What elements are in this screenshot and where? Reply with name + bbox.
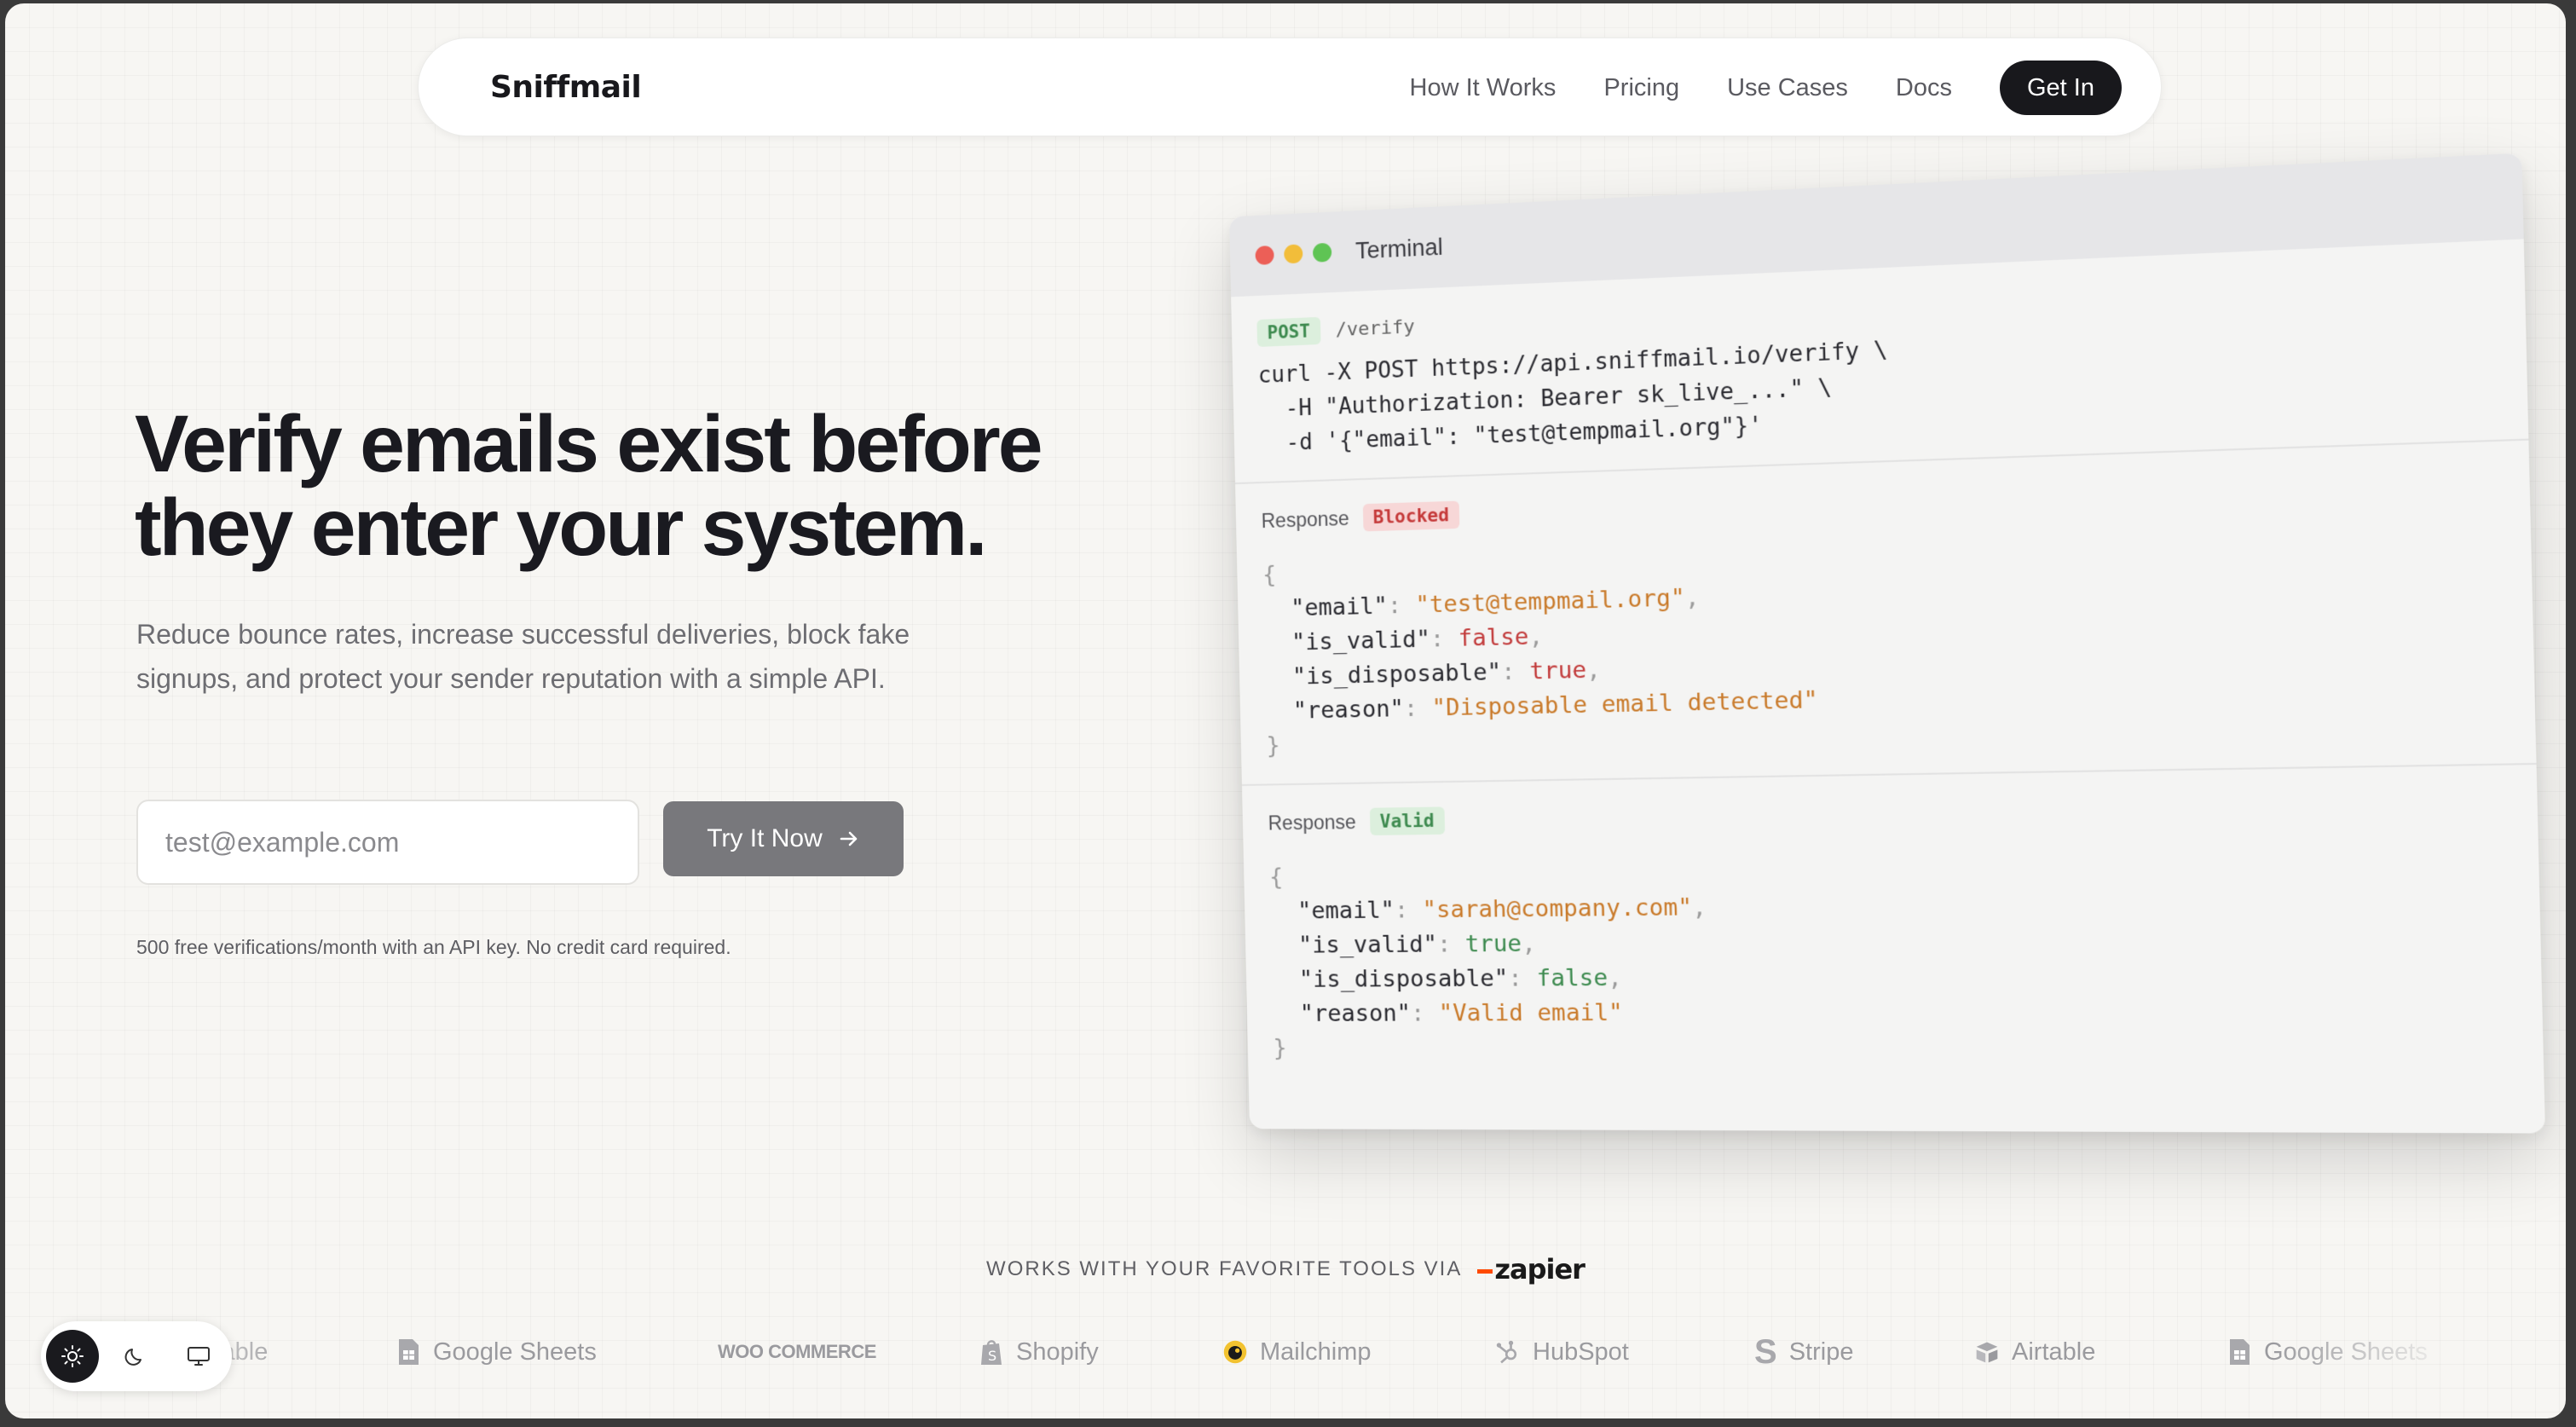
integration-shopify: S Shopify bbox=[979, 1330, 1099, 1374]
integrations-heading: WORKS WITH YOUR FAVORITE TOOLS VIA zapie… bbox=[5, 1253, 2566, 1285]
blocked-response-section: Response Blocked { "email": "test@tempma… bbox=[1235, 440, 2537, 786]
minimize-dot-icon bbox=[1284, 244, 1303, 264]
try-it-now-button[interactable]: Try It Now bbox=[663, 801, 904, 876]
close-dot-icon bbox=[1255, 245, 1274, 265]
valid-badge: Valid bbox=[1369, 806, 1445, 835]
blocked-is-valid-value: false bbox=[1458, 623, 1529, 652]
valid-email-value: "sarah@company.com" bbox=[1422, 893, 1693, 924]
stripe-icon: S bbox=[1754, 1332, 1777, 1371]
terminal-window: Terminal POST /verify curl -X POST https… bbox=[1229, 153, 2545, 1134]
nav-link-pricing[interactable]: Pricing bbox=[1603, 74, 1679, 102]
integration-hubspot: HubSpot bbox=[1495, 1330, 1629, 1374]
integration-google-sheets: Google Sheets bbox=[2227, 1330, 2428, 1374]
svg-text:S: S bbox=[988, 1348, 996, 1364]
brand-logo[interactable]: Sniffmail bbox=[461, 67, 642, 107]
valid-response-json: { "email": "sarah@company.com", "is_vali… bbox=[1268, 864, 1707, 1062]
hero-subtext: Reduce bounce rates, increase successful… bbox=[136, 619, 910, 694]
integration-logos-marquee: Airtable Google Sheets WOO COMMERCE S Sh… bbox=[5, 1323, 2566, 1383]
dark-theme-button[interactable] bbox=[109, 1330, 162, 1383]
integration-google-sheets: Google Sheets bbox=[396, 1330, 597, 1374]
brand-name: Sniffmail bbox=[490, 69, 642, 105]
blocked-badge: Blocked bbox=[1362, 500, 1460, 532]
endpoint-path: /verify bbox=[1335, 315, 1416, 341]
monitor-icon bbox=[188, 1347, 210, 1366]
google-sheets-icon bbox=[2230, 1339, 2250, 1365]
mailchimp-icon bbox=[1223, 1340, 1247, 1364]
integration-woocommerce: WOO COMMERCE bbox=[718, 1330, 876, 1374]
moon-icon bbox=[124, 1349, 142, 1366]
response-label: Response bbox=[1261, 506, 1350, 532]
top-nav: Sniffmail How It Works Pricing Use Cases… bbox=[418, 38, 2162, 136]
integration-mailchimp: Mailchimp bbox=[1222, 1330, 1372, 1374]
integrations-heading-text: WORKS WITH YOUR FAVORITE TOOLS VIA bbox=[986, 1257, 1463, 1280]
get-in-button[interactable]: Get In bbox=[2000, 61, 2122, 115]
hubspot-icon bbox=[1496, 1340, 1517, 1364]
try-it-now-label: Try It Now bbox=[707, 824, 823, 852]
valid-is-disposable-value: false bbox=[1536, 964, 1609, 992]
valid-reason-value: "Valid email" bbox=[1438, 999, 1624, 1027]
free-tier-note: 500 free verifications/month with an API… bbox=[136, 936, 731, 958]
nav-link-use-cases[interactable]: Use Cases bbox=[1727, 74, 1848, 102]
integration-stripe: S Stripe bbox=[1754, 1332, 1854, 1371]
hero-headline: Verify emails exist before they enter yo… bbox=[135, 402, 1115, 569]
valid-is-valid-value: true bbox=[1464, 930, 1522, 958]
shopify-icon: S bbox=[981, 1340, 1002, 1365]
blocked-email-value: "test@tempmail.org" bbox=[1415, 584, 1686, 619]
response-label: Response bbox=[1268, 810, 1357, 835]
woocommerce-logo: WOO COMMERCE bbox=[718, 1341, 876, 1362]
maximize-dot-icon bbox=[1312, 242, 1332, 263]
sun-icon bbox=[61, 1345, 84, 1367]
valid-response-section: Response Valid { "email": "sarah@company… bbox=[1242, 765, 2544, 1088]
blocked-is-disposable-value: true bbox=[1529, 656, 1587, 685]
nav-links: How It Works Pricing Use Cases Docs Get … bbox=[1410, 61, 2122, 115]
blocked-response-json: { "email": "test@tempmail.org", "is_vali… bbox=[1262, 561, 1819, 760]
integration-airtable: Airtable bbox=[1974, 1330, 2095, 1374]
headline-line-1: Verify emails exist before bbox=[135, 399, 1043, 489]
theme-switcher bbox=[41, 1321, 232, 1391]
system-theme-button[interactable] bbox=[172, 1330, 225, 1383]
nav-link-how-it-works[interactable]: How It Works bbox=[1410, 74, 1557, 102]
landing-page: Sniffmail How It Works Pricing Use Cases… bbox=[5, 3, 2566, 1418]
light-theme-button[interactable] bbox=[46, 1330, 99, 1383]
blocked-reason-value: "Disposable email detected" bbox=[1431, 686, 1819, 722]
terminal-title: Terminal bbox=[1354, 233, 1444, 264]
method-badge: POST bbox=[1256, 316, 1321, 348]
browser-frame: Sniffmail How It Works Pricing Use Cases… bbox=[0, 0, 2576, 1427]
nav-link-docs[interactable]: Docs bbox=[1896, 74, 1952, 102]
zapier-logo: zapier bbox=[1477, 1253, 1585, 1285]
airtable-icon bbox=[1976, 1342, 1998, 1363]
google-sheets-icon bbox=[399, 1339, 419, 1365]
arrow-right-icon bbox=[840, 831, 858, 846]
headline-line-2: they enter your system. bbox=[135, 482, 988, 573]
logo-moon-icon bbox=[471, 73, 485, 101]
email-input[interactable] bbox=[136, 800, 639, 885]
